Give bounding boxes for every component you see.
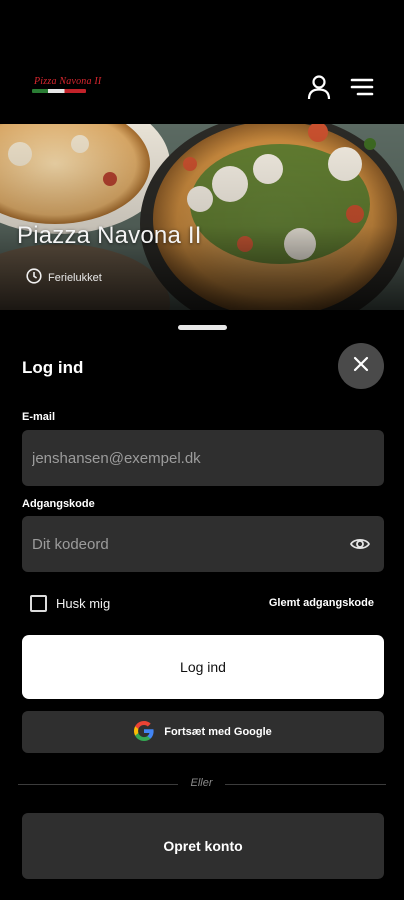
logo-flag-stripe [32,89,86,93]
close-button[interactable] [338,343,384,389]
eye-icon[interactable] [349,535,371,553]
password-label: Adgangskode [22,498,95,510]
forgot-password-link[interactable]: Glemt adgangskode [269,597,374,609]
email-field-container [22,430,384,486]
divider-line-left [18,784,178,785]
user-icon[interactable] [306,74,332,100]
password-field[interactable] [22,535,342,553]
clock-icon [26,268,42,287]
top-bar: Pizza Navona II [0,0,404,124]
email-field[interactable] [22,449,342,467]
password-field-container [22,516,384,572]
opening-status: Ferielukket [26,268,102,287]
sheet-drag-handle[interactable] [178,325,227,330]
google-signin-button[interactable]: Fortsæt med Google [22,711,384,753]
google-button-label: Fortsæt med Google [164,726,272,738]
login-sheet: Log ind E-mail Adgangskode Husk mig Glem… [0,310,404,900]
close-icon [353,356,369,377]
restaurant-logo[interactable]: Pizza Navona II [30,74,101,98]
remember-me-label: Husk mig [56,596,111,611]
restaurant-name: Piazza Navona II [17,222,202,249]
or-divider: Eller [18,777,386,789]
sheet-title: Log ind [22,358,84,377]
restaurant-hero-image: Piazza Navona II Ferielukket [0,124,404,310]
logo-text: Pizza Navona II [34,76,102,87]
divider-line-right [225,784,386,785]
email-label: E-mail [22,411,56,423]
hamburger-menu-icon[interactable] [349,76,375,98]
google-icon [134,720,154,744]
remember-me[interactable]: Husk mig [30,595,110,612]
divider-text: Eller [190,777,213,789]
remember-me-checkbox[interactable] [30,595,47,612]
login-button[interactable]: Log ind [22,635,384,699]
create-account-button[interactable]: Opret konto [22,813,384,879]
status-text: Ferielukket [48,271,102,284]
